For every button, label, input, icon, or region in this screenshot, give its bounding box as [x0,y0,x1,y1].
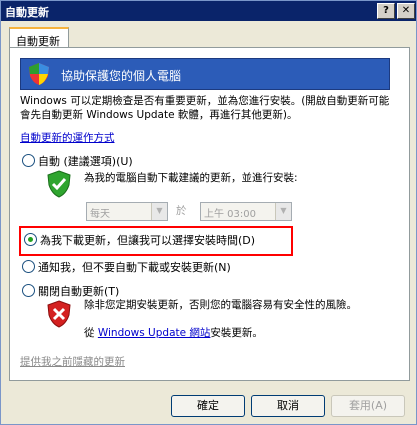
cancel-button[interactable]: 取消 [251,395,325,417]
time-select[interactable]: 上午 03:00 ▼ [200,202,292,221]
radio-off[interactable] [22,284,35,297]
between-label: 於 [176,205,187,217]
banner: 協助保護您的個人電腦 [20,58,390,90]
ok-button[interactable]: 確定 [171,395,245,417]
auto-note: 為我的電腦自動下載建議的更新，並進行安裝: [84,172,298,184]
help-button[interactable]: ? [377,3,395,19]
time-select-value: 上午 03:00 [204,209,256,220]
chevron-down-icon: ▼ [275,203,291,220]
description-text: Windows 可以定期檢查是否有重要更新，並為您進行安裝。(開啟自動更新可能會… [20,95,390,121]
red-x-shield-icon [47,300,71,328]
auto-update-dialog: 自動更新 ? ✕ 自動更新 協助保護您的個人電腦 Windows 可以定期檢查是… [0,0,417,425]
security-shield-icon [29,63,49,85]
off-note-suffix: 安裝更新。 [210,327,263,339]
option-off-label[interactable]: 關閉自動更新(T) [38,283,119,299]
close-button[interactable]: ✕ [397,3,415,19]
chevron-down-icon: ▼ [151,203,167,220]
off-note-line2: 從 Windows Update 網站安裝更新。 [84,326,263,340]
apply-button[interactable]: 套用(A) [331,395,405,417]
day-select-value: 每天 [90,209,110,220]
how-it-works-link[interactable]: 自動更新的運作方式 [20,130,115,145]
option-auto-label[interactable]: 自動 (建議選項)(U) [38,153,133,169]
tab-auto-update[interactable]: 自動更新 [9,27,69,49]
previous-updates-link[interactable]: 提供我之前隱藏的更新 [20,354,125,369]
off-note: 除非您定期安裝更新，否則您的電腦容易有安全性的風險。 [84,299,357,311]
off-note-prefix: 從 [84,327,98,339]
window-title: 自動更新 [5,6,49,19]
option-download-label[interactable]: 為我下載更新，但讓我可以選擇安裝時間(D) [40,232,255,248]
radio-auto[interactable] [22,154,35,167]
green-check-shield-icon [47,170,71,198]
tab-panel: 協助保護您的個人電腦 Windows 可以定期檢查是否有重要更新，並為您進行安裝… [9,47,410,381]
title-bar[interactable]: 自動更新 ? ✕ [1,1,416,21]
option-notify-label[interactable]: 通知我，但不要自動下載或安裝更新(N) [38,259,231,275]
radio-download[interactable] [24,233,37,246]
banner-title: 協助保護您的個人電腦 [61,69,182,83]
day-select[interactable]: 每天 ▼ [86,202,168,221]
windows-update-link[interactable]: Windows Update 網站 [98,327,211,339]
radio-notify[interactable] [22,260,35,273]
